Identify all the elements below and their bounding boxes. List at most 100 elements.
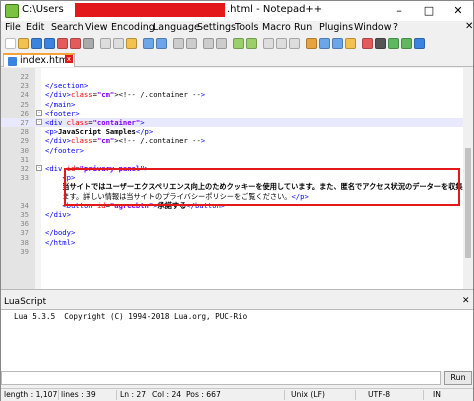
line-number: 28 bbox=[20, 127, 29, 137]
print-icon[interactable] bbox=[83, 38, 94, 49]
code-line[interactable]: 35 </div> bbox=[1, 210, 463, 219]
line-number: 34 bbox=[20, 200, 29, 210]
find-icon[interactable] bbox=[173, 38, 184, 49]
code-line[interactable]: 28 <p>JavaScript Samples</p> bbox=[1, 127, 463, 136]
vertical-scrollbar[interactable] bbox=[463, 68, 473, 289]
close-all-icon[interactable] bbox=[70, 38, 81, 49]
udl-icon[interactable] bbox=[306, 38, 317, 49]
menu-plugins[interactable]: Plugins bbox=[319, 22, 353, 33]
menu-view[interactable]: View bbox=[85, 22, 108, 33]
code-line[interactable]: 30 </footer> bbox=[1, 146, 463, 155]
menu-edit[interactable]: Edit bbox=[26, 22, 44, 33]
fold-toggle-icon[interactable]: - bbox=[36, 119, 42, 125]
code-text: </section> bbox=[45, 81, 89, 91]
menu-encoding[interactable]: Encoding bbox=[111, 22, 155, 33]
record-macro-icon[interactable] bbox=[362, 38, 373, 49]
close-file-icon[interactable] bbox=[57, 38, 68, 49]
minimize-button[interactable]: – bbox=[384, 1, 414, 21]
code-line[interactable]: 31 bbox=[1, 155, 463, 164]
code-line[interactable]: 22 bbox=[1, 72, 463, 81]
save-macro-icon[interactable] bbox=[414, 38, 425, 49]
sync-h-icon[interactable] bbox=[246, 38, 257, 49]
code-text: </div>class="cm"><!-- /.container --> bbox=[45, 90, 206, 100]
paste-icon[interactable] bbox=[126, 38, 137, 49]
status-divider bbox=[284, 390, 285, 400]
code-line[interactable]: 26- <footer> bbox=[1, 109, 463, 118]
menu-search[interactable]: Search bbox=[51, 22, 84, 33]
zoom-in-icon[interactable] bbox=[203, 38, 214, 49]
menu-tools[interactable]: Tools bbox=[235, 22, 258, 33]
status-lines: lines : 39 bbox=[61, 390, 96, 399]
tab-close-icon[interactable]: x bbox=[65, 55, 73, 63]
code-line[interactable]: 27 - <div class="container"> bbox=[1, 118, 463, 128]
word-wrap-icon[interactable] bbox=[263, 38, 274, 49]
close-document-icon[interactable]: ✕ bbox=[465, 21, 473, 32]
play-macro-icon[interactable] bbox=[388, 38, 399, 49]
zoom-out-icon[interactable] bbox=[216, 38, 227, 49]
status-column: Col : 24 bbox=[152, 390, 182, 399]
code-line[interactable]: 23 </section> bbox=[1, 81, 463, 90]
code-line[interactable]: 36 bbox=[1, 219, 463, 228]
luascript-panel-header: LuaScript ✕ bbox=[1, 296, 473, 309]
status-divider bbox=[423, 390, 424, 400]
menu-file[interactable]: File bbox=[5, 22, 21, 33]
function-list-icon[interactable] bbox=[332, 38, 343, 49]
menu-help[interactable]: ? bbox=[393, 22, 398, 33]
line-number: 37 bbox=[20, 228, 29, 238]
status-insert-mode: IN bbox=[433, 390, 441, 399]
copy-icon[interactable] bbox=[113, 38, 124, 49]
line-number: 39 bbox=[20, 246, 29, 256]
line-number: 31 bbox=[20, 154, 29, 164]
code-text: </footer> bbox=[45, 145, 84, 155]
luascript-close-icon[interactable]: ✕ bbox=[462, 296, 470, 306]
luascript-input[interactable] bbox=[1, 371, 441, 385]
code-line[interactable]: 25 </main> bbox=[1, 100, 463, 109]
status-length: length : 1,107 bbox=[4, 390, 58, 399]
line-number: 27 bbox=[20, 118, 29, 127]
sync-v-icon[interactable] bbox=[233, 38, 244, 49]
line-number: 36 bbox=[20, 219, 29, 229]
line-number: 32 bbox=[20, 164, 29, 173]
window-title-suffix: .html - Notepad++ bbox=[227, 4, 323, 15]
scrollbar-thumb[interactable] bbox=[465, 148, 471, 258]
save-icon[interactable] bbox=[31, 38, 42, 49]
code-line[interactable]: 29 </div>class="cm"><!-- /.container --> bbox=[1, 136, 463, 145]
tab-index-html[interactable]: index.html x bbox=[3, 53, 75, 67]
open-file-icon[interactable] bbox=[18, 38, 29, 49]
folder-workspace-icon[interactable] bbox=[345, 38, 356, 49]
code-text: </div> bbox=[45, 210, 71, 219]
status-line-number: Ln : 27 bbox=[120, 390, 147, 399]
luascript-run-button[interactable]: Run bbox=[444, 371, 472, 385]
new-file-icon[interactable] bbox=[5, 38, 16, 49]
doc-map-icon[interactable] bbox=[319, 38, 330, 49]
maximize-button[interactable]: □ bbox=[414, 1, 444, 21]
code-editor[interactable]: 22 23 </section> 24 </div>class="cm"><!-- /.… bbox=[1, 68, 473, 290]
stop-macro-icon[interactable] bbox=[375, 38, 386, 49]
replace-icon[interactable] bbox=[186, 38, 197, 49]
fold-toggle-icon[interactable]: - bbox=[36, 165, 42, 171]
menu-run[interactable]: Run bbox=[294, 22, 312, 33]
file-icon bbox=[8, 57, 17, 66]
cut-icon[interactable] bbox=[100, 38, 111, 49]
run-macro-multiple-icon[interactable] bbox=[401, 38, 412, 49]
code-line[interactable]: 38 </html> bbox=[1, 238, 463, 247]
menu-settings[interactable]: Settings bbox=[197, 22, 236, 33]
code-text: <div class="container"> bbox=[45, 118, 145, 127]
save-all-icon[interactable] bbox=[44, 38, 55, 49]
show-all-chars-icon[interactable] bbox=[276, 38, 287, 49]
status-eol: Unix (LF) bbox=[291, 390, 325, 399]
menu-macro[interactable]: Macro bbox=[262, 22, 291, 33]
undo-icon[interactable] bbox=[143, 38, 154, 49]
title-bar[interactable]: C:\Users .html - Notepad++ – □ ✕ bbox=[1, 1, 473, 21]
luascript-console[interactable]: Lua 5.3.5 Copyright (C) 1994-2018 Lua.or… bbox=[1, 309, 473, 371]
redo-icon[interactable] bbox=[156, 38, 167, 49]
close-button[interactable]: ✕ bbox=[443, 1, 473, 21]
code-line[interactable]: 24 </div>class="cm"><!-- /.container --> bbox=[1, 90, 463, 99]
line-number: 33 bbox=[20, 173, 29, 183]
code-line[interactable]: 37 </body> bbox=[1, 228, 463, 237]
code-line[interactable]: 39 bbox=[1, 247, 463, 256]
menu-window[interactable]: Window bbox=[354, 22, 391, 33]
fold-toggle-icon[interactable]: - bbox=[36, 109, 42, 116]
menu-language[interactable]: Language bbox=[153, 22, 200, 33]
indent-guide-icon[interactable] bbox=[289, 38, 300, 49]
